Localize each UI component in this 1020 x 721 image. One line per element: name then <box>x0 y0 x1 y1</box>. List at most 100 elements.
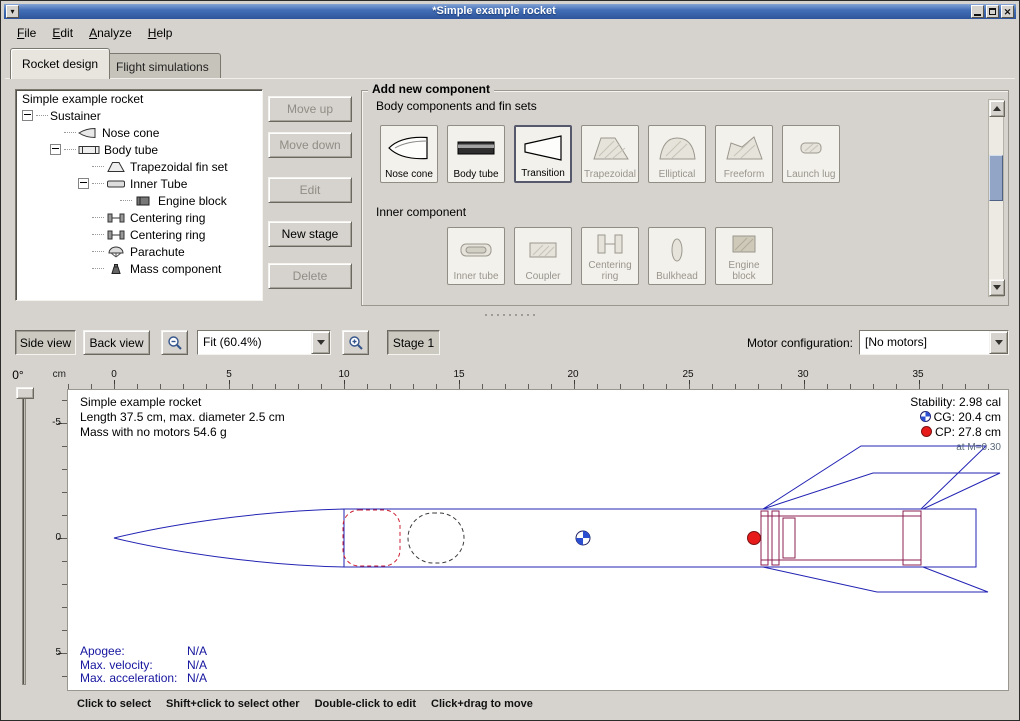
component-button-label: Centering ring <box>582 260 638 282</box>
elliptical-fin-icon <box>655 126 699 169</box>
tree-item-label: Simple example rocket <box>22 92 143 106</box>
pane-splitter[interactable] <box>5 309 1015 321</box>
menu-bar: File Edit Analyze Help <box>5 20 1015 45</box>
tree-item-inner-tube[interactable]: Inner Tube <box>16 175 262 192</box>
fin-icon <box>106 161 126 173</box>
body-section-label: Body components and fin sets <box>376 99 537 113</box>
h-tick-label: 25 <box>680 369 696 380</box>
tree-item-parachute[interactable]: Parachute <box>16 243 262 260</box>
rocket-name: Simple example rocket <box>80 395 285 410</box>
add-centering-ring-button[interactable]: Centering ring <box>581 227 639 285</box>
cg-marker-icon <box>576 531 590 545</box>
new-stage-button[interactable]: New stage <box>268 221 352 247</box>
component-button-label: Body tube <box>453 169 498 180</box>
tree-item-rocket[interactable]: Simple example rocket <box>16 90 262 107</box>
tree-item-label: Mass component <box>130 262 221 276</box>
rocket-dimensions: Length 37.5 cm, max. diameter 2.5 cm <box>80 410 285 425</box>
tree-item-centering-ring-1[interactable]: Centering ring <box>16 209 262 226</box>
tree-item-body-tube[interactable]: Body tube <box>16 141 262 158</box>
edit-button[interactable]: Edit <box>268 177 352 203</box>
body-tube-icon <box>78 144 100 156</box>
add-engine-block-button[interactable]: Engine block <box>715 227 773 285</box>
scroll-up-button[interactable] <box>989 100 1005 117</box>
minimize-button[interactable] <box>971 5 984 18</box>
centering-ring-icon <box>588 228 632 260</box>
zoom-select[interactable]: Fit (60.4%) <box>197 330 331 355</box>
add-trapezoidal-fin-button[interactable]: Trapezoidal <box>581 125 639 183</box>
tab-flight-simulations[interactable]: Flight simulations <box>104 53 221 79</box>
tree-item-nose-cone[interactable]: Nose cone <box>16 124 262 141</box>
scrollbar-thumb[interactable] <box>989 155 1003 201</box>
component-panel-scrollbar[interactable] <box>988 99 1004 297</box>
maximize-button[interactable] <box>986 5 999 18</box>
tree-item-trapezoidal-fin-set[interactable]: Trapezoidal fin set <box>16 158 262 175</box>
v-tick-label: 0 <box>43 532 61 543</box>
minimize-icon <box>974 14 981 16</box>
add-elliptical-fin-button[interactable]: Elliptical <box>648 125 706 183</box>
add-bulkhead-button[interactable]: Bulkhead <box>648 227 706 285</box>
motor-config-value: [No motors] <box>860 331 989 354</box>
zoom-out-button[interactable] <box>161 330 188 355</box>
add-transition-button[interactable]: Transition <box>514 125 572 183</box>
move-down-button[interactable]: Move down <box>268 132 352 158</box>
component-tree[interactable]: Simple example rocket Sustainer Nose con… <box>15 89 263 301</box>
rotation-slider-handle[interactable] <box>16 387 34 399</box>
stability-value: Stability: 2.98 cal <box>910 395 1001 410</box>
launch-lug-icon <box>789 126 833 169</box>
mass-component-outline[interactable] <box>408 513 464 563</box>
add-coupler-button[interactable]: Coupler <box>514 227 572 285</box>
chevron-down-icon[interactable] <box>311 331 330 354</box>
scroll-down-button[interactable] <box>989 279 1005 296</box>
zoom-in-button[interactable] <box>342 330 369 355</box>
add-launch-lug-button[interactable]: Launch lug <box>782 125 840 183</box>
tree-item-label: Sustainer <box>50 109 101 123</box>
back-view-button[interactable]: Back view <box>83 330 150 355</box>
rotation-slider-track[interactable] <box>22 391 26 685</box>
figure-info: Simple example rocket Length 37.5 cm, ma… <box>80 395 285 440</box>
add-freeform-fin-button[interactable]: Freeform <box>715 125 773 183</box>
component-button-label: Engine block <box>716 260 772 282</box>
chevron-down-icon[interactable] <box>989 331 1008 354</box>
tree-item-label: Centering ring <box>130 228 205 242</box>
close-button[interactable]: ✕ <box>1001 5 1014 18</box>
v-tick-label: -5 <box>43 417 61 428</box>
coupler-icon <box>521 228 565 271</box>
collapse-expander-icon[interactable] <box>50 144 61 155</box>
collapse-expander-icon[interactable] <box>78 178 89 189</box>
tree-item-centering-ring-2[interactable]: Centering ring <box>16 226 262 243</box>
ruler-unit-label: cm <box>47 369 66 388</box>
title-bar: ▾ *Simple example rocket ✕ <box>4 4 1016 19</box>
h-tick-label: 15 <box>451 369 467 380</box>
rocket-canvas[interactable]: Simple example rocket Length 37.5 cm, ma… <box>67 389 1009 691</box>
h-tick-label: 5 <box>221 369 237 380</box>
tree-item-sustainer[interactable]: Sustainer <box>16 107 262 124</box>
menu-edit[interactable]: Edit <box>44 23 81 43</box>
parachute-outline[interactable] <box>343 510 400 566</box>
add-body-tube-button[interactable]: Body tube <box>447 125 505 183</box>
menu-help[interactable]: Help <box>140 23 181 43</box>
tab-rocket-design[interactable]: Rocket design <box>10 48 110 79</box>
menu-file[interactable]: File <box>9 23 44 43</box>
centering-ring-icon <box>106 229 126 241</box>
add-inner-tube-button[interactable]: Inner tube <box>447 227 505 285</box>
side-view-button[interactable]: Side view <box>15 330 76 355</box>
tree-item-label: Inner Tube <box>130 177 187 191</box>
collapse-expander-icon[interactable] <box>22 110 33 121</box>
app-window: ▾ *Simple example rocket ✕ File Edit Ana… <box>0 0 1020 721</box>
window-menu-icon[interactable]: ▾ <box>6 5 19 18</box>
menu-analyze[interactable]: Analyze <box>81 23 140 43</box>
tree-item-mass-component[interactable]: Mass component <box>16 260 262 277</box>
tree-item-engine-block[interactable]: Engine block <box>16 192 262 209</box>
engine-block-icon <box>722 228 766 260</box>
stability-stats: Stability: 2.98 cal CG: 20.4 cm CP: 27.8… <box>910 395 1001 455</box>
hint-shift-click: Shift+click to select other <box>166 698 300 710</box>
h-tick-label: 0 <box>106 369 122 380</box>
stage-1-toggle[interactable]: Stage 1 <box>387 330 440 355</box>
delete-button[interactable]: Delete <box>268 263 352 289</box>
add-nose-cone-button[interactable]: Nose cone <box>380 125 438 183</box>
v-tick-label: 5 <box>43 647 61 658</box>
h-tick-label: 10 <box>336 369 352 380</box>
move-up-button[interactable]: Move up <box>268 96 352 122</box>
motor-config-select[interactable]: [No motors] <box>859 330 1009 355</box>
motor-config-label: Motor configuration: <box>739 330 853 355</box>
